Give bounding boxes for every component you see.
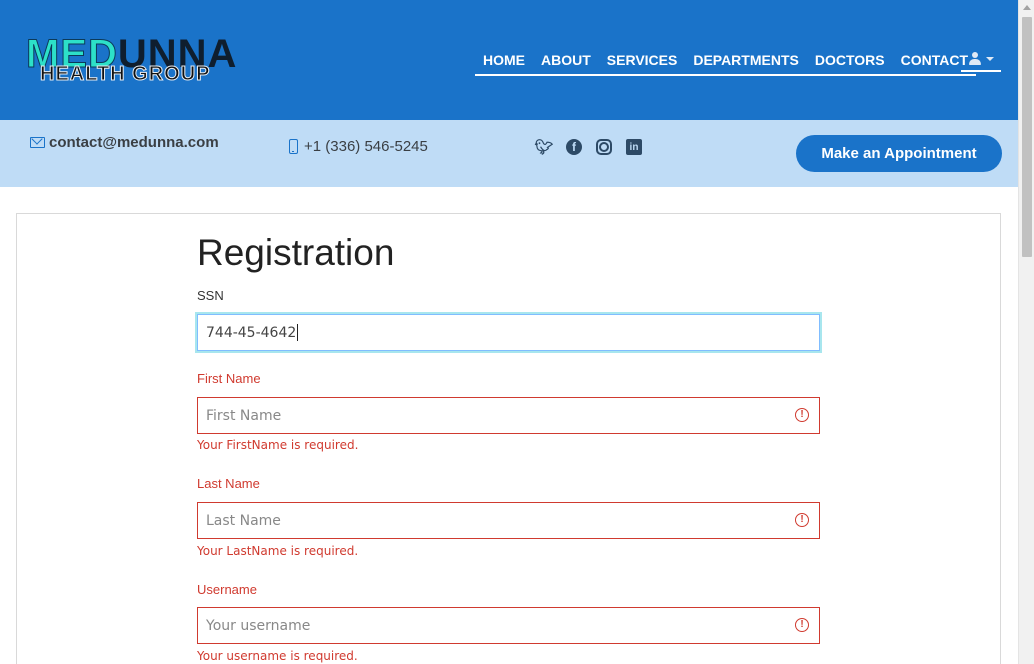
first-name-input[interactable]: First Name ! [197,397,820,434]
page-title: Registration [197,232,395,273]
main-nav: HOME ABOUT SERVICES DEPARTMENTS DOCTORS … [475,48,1001,76]
medunna-logo[interactable]: MEDUNNA HEALTH GROUP [26,34,316,88]
phone-text: +1 (336) 546-5245 [304,138,428,155]
contact-bar: contact@medunna.com +1 (336) 546-5245 🐦︎… [0,120,1018,187]
instagram-icon[interactable] [596,139,612,155]
vertical-scrollbar[interactable] [1018,0,1034,664]
nav-doctors[interactable]: DOCTORS [807,48,893,74]
first-name-placeholder: First Name [206,407,282,424]
last-name-error: Your LastName is required. [197,544,359,558]
nav-home[interactable]: HOME [475,48,533,74]
nav-departments[interactable]: DEPARTMENTS [685,48,807,74]
nav-links: HOME ABOUT SERVICES DEPARTMENTS DOCTORS … [475,48,977,76]
first-name-label: First Name [197,371,261,386]
twitter-icon[interactable]: 🐦︎ [534,139,553,156]
linkedin-icon[interactable]: in [626,139,642,155]
scroll-up-arrow-icon[interactable] [1023,5,1031,10]
ssn-label: SSN [197,288,224,303]
username-error: Your username is required. [197,649,358,663]
site-header: MEDUNNA HEALTH GROUP HOME ABOUT SERVICES… [0,0,1018,120]
ssn-input[interactable]: 744-45-4642 [197,314,820,351]
make-appointment-button[interactable]: Make an Appointment [796,135,1002,172]
contact-phone[interactable]: +1 (336) 546-5245 [289,138,428,155]
chevron-down-icon [986,57,994,61]
user-icon [968,52,982,66]
contact-email[interactable]: contact@medunna.com [30,134,219,151]
email-text: contact@medunna.com [49,134,219,151]
last-name-input[interactable]: Last Name ! [197,502,820,539]
error-icon: ! [795,618,809,632]
first-name-error: Your FirstName is required. [197,438,359,452]
envelope-icon [30,137,45,148]
last-name-placeholder: Last Name [206,512,281,529]
username-input[interactable]: Your username ! [197,607,820,644]
text-cursor [297,324,299,341]
social-links: 🐦︎ f in [534,139,642,156]
ssn-value: 744-45-4642 [206,324,297,341]
facebook-icon[interactable]: f [566,139,582,155]
account-menu-toggle[interactable] [961,48,1001,72]
scrollbar-thumb[interactable] [1022,17,1032,257]
registration-card [16,213,1001,664]
last-name-label: Last Name [197,476,260,491]
logo-subtitle: HEALTH GROUP [40,63,211,85]
username-label: Username [197,582,257,597]
phone-icon [289,139,298,154]
nav-services[interactable]: SERVICES [599,48,686,74]
username-placeholder: Your username [206,617,311,634]
error-icon: ! [795,408,809,422]
error-icon: ! [795,513,809,527]
nav-about[interactable]: ABOUT [533,48,599,74]
